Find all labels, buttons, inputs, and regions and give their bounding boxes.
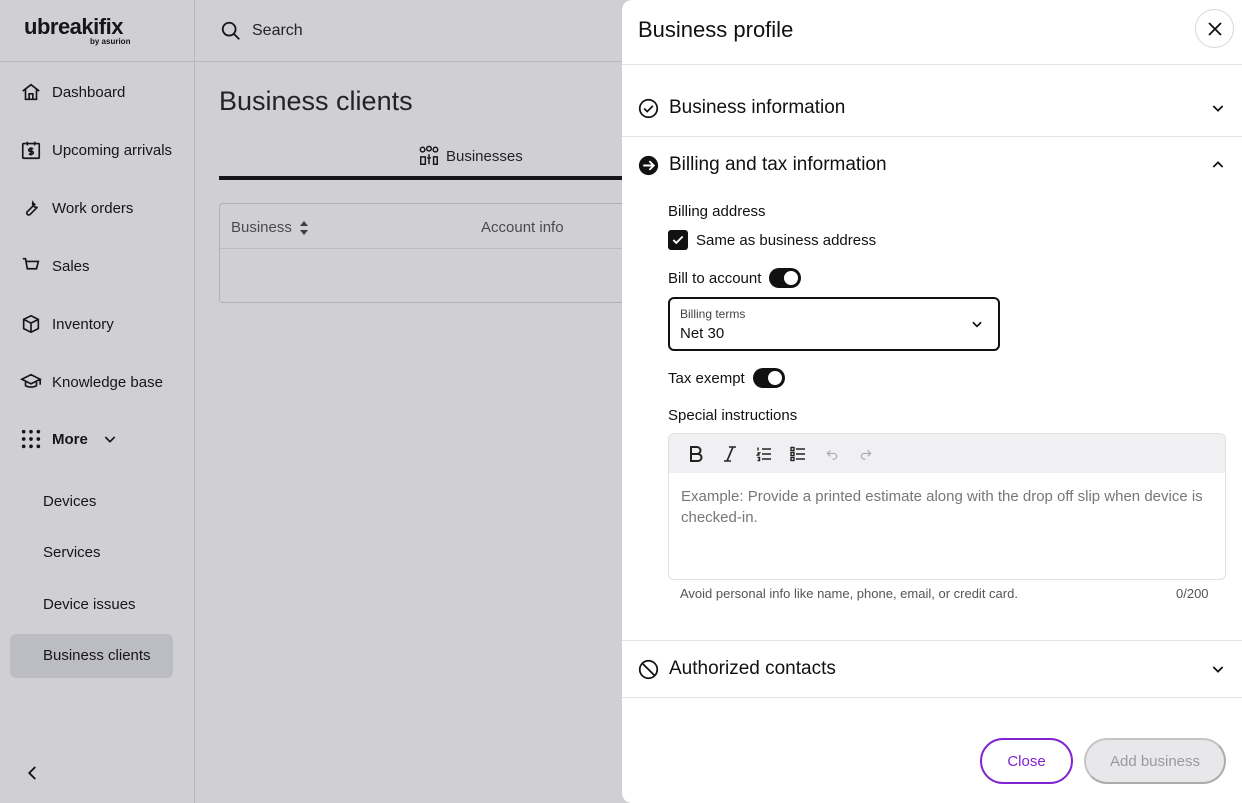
italic-button[interactable] <box>721 445 739 463</box>
business-profile-drawer: Business profile Business information Bi… <box>622 0 1242 803</box>
select-label: Billing terms <box>680 307 746 321</box>
close-drawer-button[interactable] <box>1195 9 1234 48</box>
checkbox-checked[interactable] <box>668 230 688 250</box>
special-instructions-label: Special instructions <box>668 407 798 424</box>
billing-address-label: Billing address <box>668 203 766 220</box>
close-button[interactable]: Close <box>980 738 1073 784</box>
chevron-down-icon <box>1212 105 1224 112</box>
instructions-textarea[interactable]: Example: Provide a printed estimate alon… <box>681 486 1217 528</box>
divider <box>622 136 1242 137</box>
checkbox-label: Same as business address <box>696 231 877 249</box>
redo-button[interactable] <box>857 445 875 463</box>
chevron-down-icon <box>972 321 982 328</box>
divider <box>622 697 1242 698</box>
section-authorized-contacts[interactable]: Authorized contacts <box>638 658 1226 680</box>
helper-text: Avoid personal info like name, phone, em… <box>680 586 1018 601</box>
special-instructions-editor: Example: Provide a printed estimate alon… <box>668 433 1226 580</box>
same-as-business-address-checkbox[interactable]: Same as business address <box>668 230 876 250</box>
add-business-button[interactable]: Add business <box>1084 738 1226 784</box>
blocked-circle-icon <box>638 659 659 679</box>
drawer-title: Business profile <box>638 17 794 42</box>
bill-to-account-row: Bill to account <box>668 268 802 288</box>
chevron-down-icon <box>1212 666 1224 673</box>
divider <box>622 64 1242 65</box>
bullet-list-button[interactable] <box>789 445 807 463</box>
checkmark-icon <box>672 235 684 245</box>
italic-icon <box>724 445 736 462</box>
section-label: Authorized contacts <box>669 658 836 679</box>
undo-icon <box>826 449 838 460</box>
check-circle-icon <box>638 98 659 118</box>
tax-exempt-label: Tax exempt <box>668 369 745 387</box>
close-icon <box>1207 21 1222 36</box>
select-value: Net 30 <box>680 325 725 342</box>
bill-to-account-label: Bill to account <box>668 269 762 287</box>
bold-button[interactable] <box>687 445 705 463</box>
billing-terms-select[interactable]: Billing terms Net 30 <box>668 297 1000 351</box>
numbered-list-button[interactable] <box>755 445 773 463</box>
section-business-information[interactable]: Business information <box>638 97 1226 119</box>
numbered-list-icon <box>756 447 771 461</box>
section-billing-and-tax[interactable]: Billing and tax information <box>638 154 1226 176</box>
divider <box>622 640 1242 641</box>
undo-button[interactable] <box>823 445 841 463</box>
bullet-list-icon <box>790 446 805 461</box>
chevron-up-icon <box>1212 161 1224 168</box>
section-label: Business information <box>669 97 846 118</box>
arrow-right-circle-icon <box>638 155 659 175</box>
bold-icon <box>690 445 703 462</box>
bill-to-account-toggle[interactable] <box>769 268 802 288</box>
redo-icon <box>860 449 872 460</box>
character-counter: 0/200 <box>1176 586 1209 601</box>
tax-exempt-toggle[interactable] <box>752 368 785 388</box>
tax-exempt-row: Tax exempt <box>668 368 785 388</box>
section-label: Billing and tax information <box>669 154 887 175</box>
editor-toolbar <box>669 434 1225 473</box>
